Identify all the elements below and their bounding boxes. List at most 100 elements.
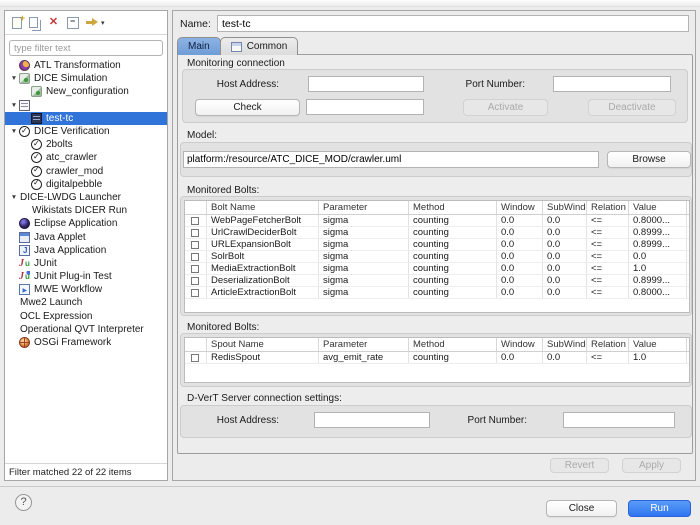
model-path-input[interactable] (183, 151, 599, 168)
check-icon (31, 152, 42, 163)
tree-item-ocl-expression[interactable]: OCL Expression (5, 310, 167, 323)
tree-item-dice-lwdg-launcher[interactable]: ▼DICE-LWDG Launcher (5, 191, 167, 204)
activate-button[interactable]: Activate (463, 99, 548, 116)
column-header-window[interactable]: Window (497, 338, 543, 351)
table-cell: counting (409, 263, 497, 274)
table-row[interactable]: ArticleExtractionBoltsigmacounting0.00.0… (185, 287, 689, 299)
row-checkbox[interactable] (191, 354, 199, 362)
tree-item-junit[interactable]: JUnit (5, 257, 167, 270)
close-button[interactable]: Close (546, 500, 617, 517)
tree-item-unnamed[interactable]: ▼ (5, 99, 167, 112)
table-row[interactable]: WebPageFetcherBoltsigmacounting0.00.0<=0… (185, 215, 689, 227)
dvert-host-input[interactable] (314, 412, 430, 428)
expander-icon[interactable]: ▼ (9, 128, 19, 135)
apply-button[interactable]: Apply (622, 458, 681, 473)
column-header-window[interactable]: Window (497, 201, 543, 214)
dvert-port-label: Port Number: (459, 415, 527, 426)
filter-input[interactable] (9, 40, 163, 56)
revert-button[interactable]: Revert (550, 458, 609, 473)
column-header-method[interactable]: Method (409, 338, 497, 351)
tree-item-label: JUnit (33, 258, 57, 269)
table-cell: 0.8999... (629, 275, 687, 286)
dvert-port-input[interactable] (563, 412, 675, 428)
tree-item-crawler-mod[interactable]: crawler_mod (5, 165, 167, 178)
tree-item-digitalpebble[interactable]: digitalpebble (5, 178, 167, 191)
column-header-parameter[interactable]: Parameter (319, 338, 409, 351)
name-input[interactable] (217, 15, 689, 32)
row-checkbox[interactable] (191, 253, 199, 261)
tree-item-java-application[interactable]: Java Application (5, 244, 167, 257)
tree-item-junit-plug-in-test[interactable]: JUnit Plug-in Test (5, 270, 167, 283)
expander-icon[interactable]: ▼ (9, 194, 19, 201)
name-label: Name: (180, 18, 211, 30)
monitoring-host-input[interactable] (308, 76, 424, 92)
filter-status: Filter matched 22 of 22 items (5, 463, 167, 480)
column-header-subwindo[interactable]: SubWindo (543, 201, 587, 214)
model-label: Model: (187, 130, 217, 141)
main-tab-content: Monitoring connection Host Address: Port… (177, 54, 693, 454)
row-checkbox[interactable] (191, 217, 199, 225)
column-header-bolt-name[interactable]: Bolt Name (207, 201, 319, 214)
check-button[interactable]: Check (195, 99, 300, 116)
column-header-value[interactable]: Value (629, 338, 687, 351)
tree-item-label: digitalpebble (45, 179, 102, 190)
column-header-relation[interactable]: Relation (587, 338, 629, 351)
row-checkbox[interactable] (191, 277, 199, 285)
filter-dropdown-caret-icon[interactable]: ▾ (101, 19, 105, 27)
column-header-parameter[interactable]: Parameter (319, 201, 409, 214)
tree-item-test-tc[interactable]: test-tc (5, 112, 167, 125)
row-checkbox[interactable] (191, 229, 199, 237)
column-header-relation[interactable]: Relation (587, 201, 629, 214)
column-header-spout-name[interactable]: Spout Name (207, 338, 319, 351)
check-result-field[interactable] (306, 99, 424, 115)
collapse-all-icon[interactable] (67, 17, 79, 29)
column-header-subwindo[interactable]: SubWindo (543, 338, 587, 351)
monitoring-port-input[interactable] (553, 76, 671, 92)
table-cell: DeserializationBolt (207, 275, 319, 286)
table-cell: 0.8000... (629, 287, 687, 298)
table-row[interactable]: URLExpansionBoltsigmacounting0.00.0<=0.8… (185, 239, 689, 251)
table-row[interactable]: DeserializationBoltsigmacounting0.00.0<=… (185, 275, 689, 287)
run-button[interactable]: Run (628, 500, 691, 517)
tree-item-atl-transformation[interactable]: ATL Transformation (5, 59, 167, 72)
tab-main[interactable]: Main (177, 37, 221, 55)
table-row[interactable]: UrlCrawlDeciderBoltsigmacounting0.00.0<=… (185, 227, 689, 239)
tree-item-java-applet[interactable]: Java Applet (5, 230, 167, 243)
duplicate-launch-config-icon[interactable] (29, 17, 38, 28)
table-row[interactable]: RedisSpoutavg_emit_ratecounting0.00.0<=1… (185, 352, 689, 364)
row-checkbox[interactable] (191, 265, 199, 273)
table-cell: sigma (319, 275, 409, 286)
expander-icon[interactable]: ▼ (9, 75, 19, 82)
column-header-value[interactable]: Value (629, 201, 687, 214)
browse-button[interactable]: Browse (607, 151, 691, 168)
tree-item-new-configuration[interactable]: New_configuration (5, 85, 167, 98)
tree-item-label: Eclipse Application (33, 218, 117, 229)
filter-launch-configs-icon[interactable] (86, 17, 98, 28)
tree-item-eclipse-application[interactable]: Eclipse Application (5, 217, 167, 230)
dvert-group: Host Address: Port Number: (180, 405, 692, 438)
tree-item-osgi-framework[interactable]: OSGi Framework (5, 336, 167, 349)
check-icon (31, 139, 42, 150)
tree-item-mwe-workflow[interactable]: MWE Workflow (5, 283, 167, 296)
table-cell: 0.0 (629, 251, 687, 262)
tree-item-atc-crawler[interactable]: atc_crawler (5, 151, 167, 164)
new-launch-config-icon[interactable] (12, 17, 22, 29)
tab-common[interactable]: Common (220, 37, 299, 55)
column-header-method[interactable]: Method (409, 201, 497, 214)
tree-item-mwe2-launch[interactable]: Mwe2 Launch (5, 296, 167, 309)
deactivate-button[interactable]: Deactivate (588, 99, 676, 116)
tree-item-dice-verification[interactable]: ▼DICE Verification (5, 125, 167, 138)
table-cell: sigma (319, 287, 409, 298)
tree-item-operational-qvt-interpreter[interactable]: Operational QVT Interpreter (5, 323, 167, 336)
tree-item-2bolts[interactable]: 2bolts (5, 138, 167, 151)
table-row[interactable]: SolrBoltsigmacounting0.00.0<=0.0 (185, 251, 689, 263)
table-cell: sigma (319, 239, 409, 250)
tree-item-wikistats-dicer-run[interactable]: Wikistats DICER Run (5, 204, 167, 217)
delete-launch-config-icon[interactable] (47, 16, 60, 29)
table-row[interactable]: MediaExtractionBoltsigmacounting0.00.0<=… (185, 263, 689, 275)
tree-item-dice-simulation[interactable]: ▼DICE Simulation (5, 72, 167, 85)
expander-icon[interactable]: ▼ (9, 102, 19, 109)
row-checkbox[interactable] (191, 289, 199, 297)
row-checkbox[interactable] (191, 241, 199, 249)
help-button[interactable]: ? (15, 494, 32, 511)
